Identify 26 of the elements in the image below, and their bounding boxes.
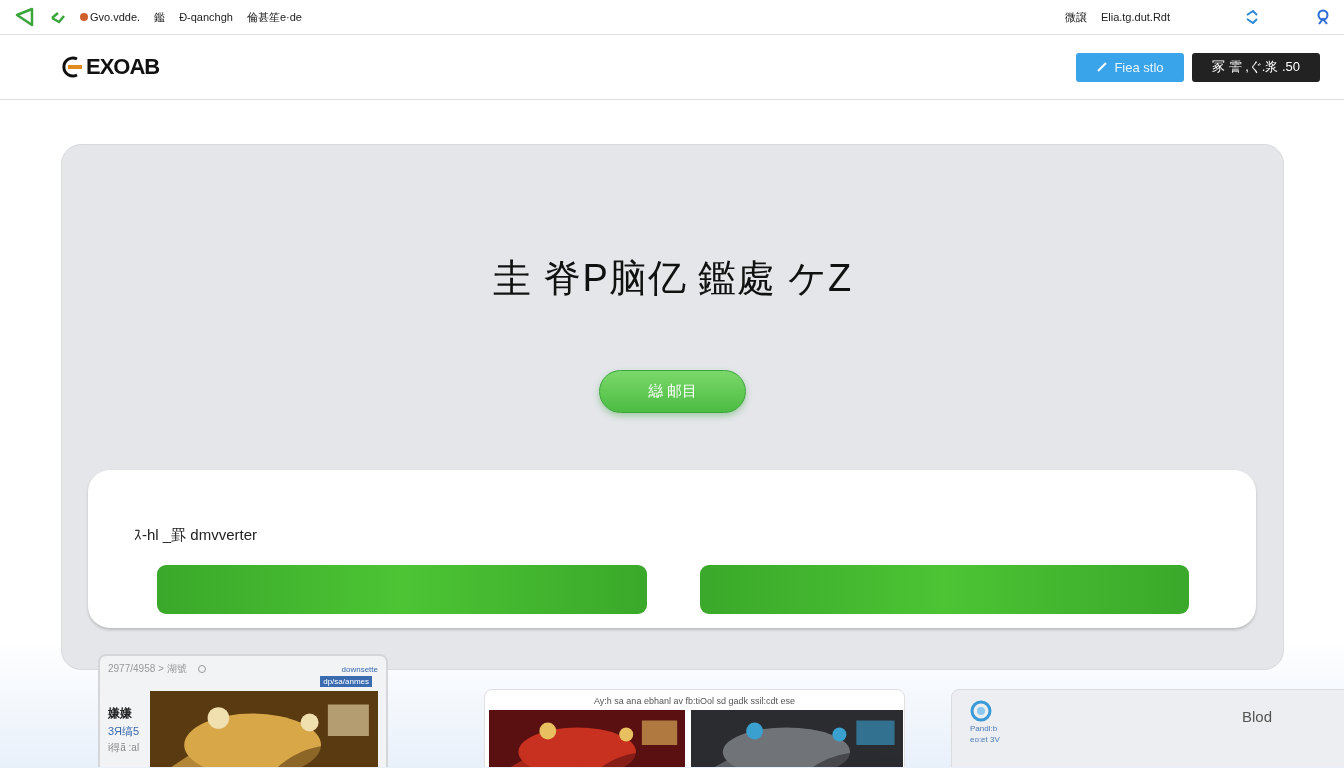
window-link[interactable]: downsette: [341, 664, 378, 674]
side-text: 3Я缟5: [108, 724, 141, 739]
badge: dp/sa/anmes: [320, 676, 372, 687]
top-link[interactable]: Elia.tg.dut.Rdt: [1100, 11, 1170, 23]
app-title: Blod: [1241, 708, 1272, 725]
card-label: ｽ-hl _罫 dmvverter: [134, 526, 258, 545]
top-link[interactable]: 微譲: [1064, 9, 1087, 25]
nav-link[interactable]: Gvo.vdde.: [90, 11, 141, 23]
refresh-icon: [196, 664, 207, 674]
nav-link[interactable]: 倫甚笙e·de: [246, 9, 302, 25]
pen-icon: [1096, 61, 1109, 73]
dot-icon: [80, 13, 88, 21]
gallery-caption: Ay:h sa ana ebhanl av fb:tiOol sd gadk ssil:cdt ese: [593, 696, 796, 706]
side-text: i得ã :al: [108, 741, 141, 755]
app-text: Pandl:b: [970, 724, 999, 733]
dark-button[interactable]: 冢 霅 ,ぐ.浆 .50: [1192, 52, 1320, 82]
chevron-icon: [50, 10, 66, 24]
logo-text: EXOAB: [86, 54, 160, 80]
hero-title: 圭 脊P脑亿 鑑處 ケZ: [492, 256, 853, 301]
app-text: eo:et 3V: [970, 735, 1000, 744]
nav-link[interactable]: Ð-qanchgh: [179, 11, 233, 23]
side-text: 嫌嫌: [108, 705, 133, 722]
window-path: 2977/4958 > 湖號: [108, 662, 187, 676]
nav-link[interactable]: 鑑: [154, 9, 166, 25]
app-icon: [970, 700, 992, 722]
user-icon[interactable]: [1316, 9, 1330, 25]
